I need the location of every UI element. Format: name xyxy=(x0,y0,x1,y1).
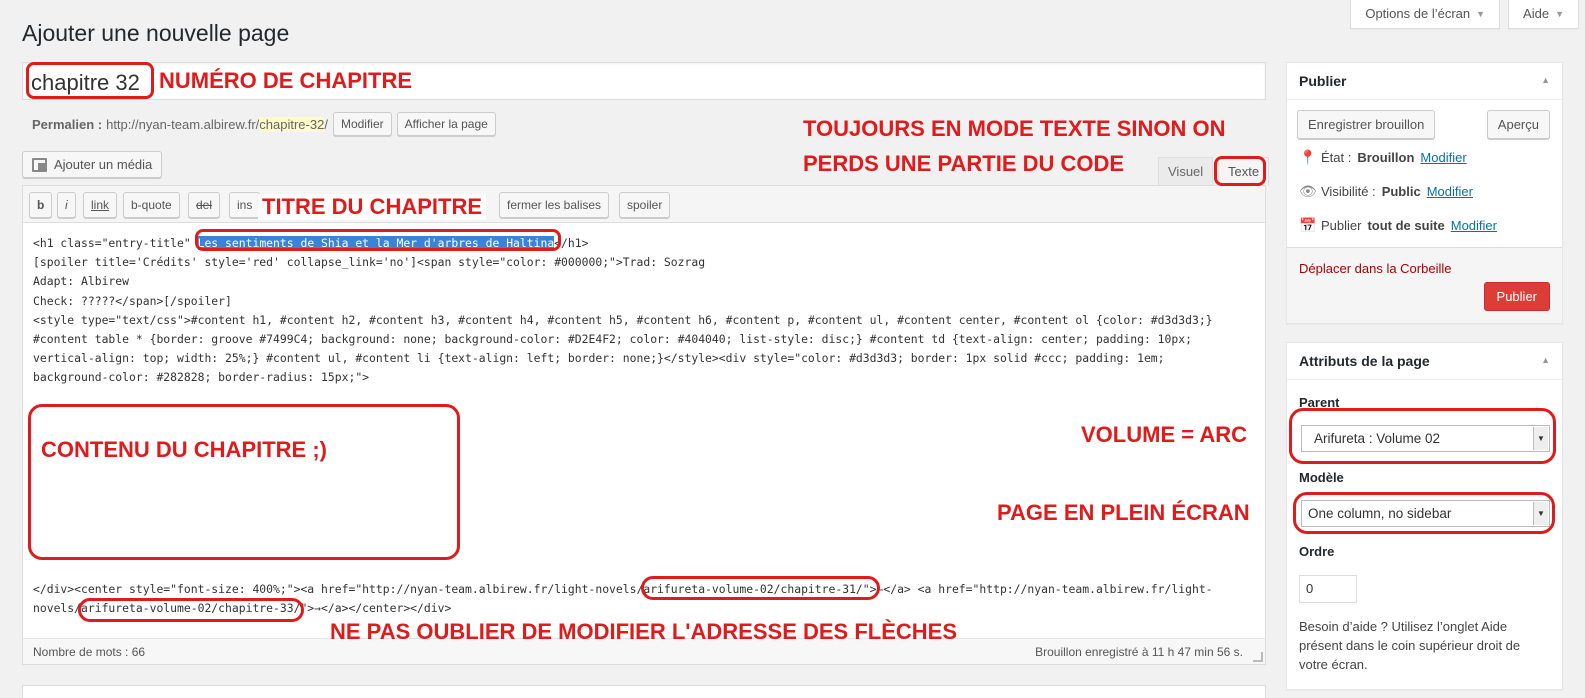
qt-del-button[interactable]: del xyxy=(188,192,221,218)
annotation-text-mode-2: PERDS UNE PARTIE DU CODE xyxy=(803,151,1125,176)
help-text: Besoin d’aide ? Utilisez l’onglet Aide p… xyxy=(1299,619,1521,672)
annotation-circle-next-link xyxy=(78,598,304,622)
order-label: Ordre xyxy=(1299,544,1335,559)
permalink-suffix: / xyxy=(324,116,328,132)
annotation-chapter-content: CONTENU DU CHAPITRE ;) xyxy=(41,437,327,462)
publish-button[interactable]: Publier xyxy=(1483,282,1550,311)
annotation-volume-arc: VOLUME = ARC xyxy=(1081,422,1248,447)
code-rest: </h1> [spoiler title='Crédits' style='re… xyxy=(33,236,1213,385)
save-draft-button[interactable]: Enregistrer brouillon xyxy=(1297,110,1436,139)
qt-link-button[interactable]: link xyxy=(83,192,118,218)
qt-bold-button[interactable]: b xyxy=(29,192,53,218)
annotation-fullscreen: PAGE EN PLEIN ÉCRAN xyxy=(997,500,1250,525)
qt-italic-button[interactable]: i xyxy=(57,192,76,218)
screen-options-label: Options de l’écran xyxy=(1365,6,1471,21)
permalink-slug[interactable]: chapitre-32 xyxy=(259,116,325,132)
publish-box-title: Publier xyxy=(1299,73,1347,89)
annotation-circle-text-tab xyxy=(1214,156,1266,186)
annotation-circle-selection xyxy=(195,229,561,251)
eye-icon: 👁 xyxy=(1299,183,1317,199)
code-prefix: <h1 class="entry-title" xyxy=(33,236,198,250)
resize-handle-icon[interactable] xyxy=(1253,652,1263,662)
annotation-text-mode-1: TOUJOURS EN MODE TEXTE SINON ON xyxy=(803,116,1226,141)
caret-down-icon: ▼ xyxy=(1476,8,1486,19)
visibility-value: Public xyxy=(1381,183,1421,199)
schedule-label: Publier xyxy=(1321,217,1362,233)
edit-schedule-link[interactable]: Modifier xyxy=(1451,218,1497,233)
status-value: Brouillon xyxy=(1357,149,1415,165)
quicktags-toolbar: b i link b-quote del ins fermer les bali… xyxy=(23,186,1265,223)
annotation-chapter-title: TITRE DU CHAPITRE xyxy=(258,194,486,220)
editor-textarea[interactable]: <h1 class="entry-title" Les sentiments d… xyxy=(33,234,1255,388)
pin-icon: 📍 xyxy=(1299,149,1317,165)
help-label: Aide xyxy=(1523,6,1550,21)
schedule-row: 📅 Publier tout de suite Modifier xyxy=(1299,217,1497,233)
permalink-label: Permalien : xyxy=(32,116,103,132)
qt-ins-button[interactable]: ins xyxy=(229,192,261,218)
help-button[interactable]: Aide ▼ xyxy=(1508,0,1579,29)
attributes-box-header[interactable]: Attributs de la page ▲ xyxy=(1287,343,1562,380)
publish-box-header[interactable]: Publier ▲ xyxy=(1287,63,1562,100)
qt-spoiler-button[interactable]: spoiler xyxy=(619,192,671,218)
collapse-arrow-icon[interactable]: ▲ xyxy=(1541,75,1550,85)
annotation-circle-title xyxy=(26,62,154,99)
annotation-circle-template xyxy=(1293,492,1555,534)
order-input[interactable]: 0 xyxy=(1299,575,1357,603)
annotation-circle-prev-link xyxy=(641,576,880,600)
status-row: 📍 État : Brouillon Modifier xyxy=(1299,149,1467,165)
permalink-row: Permalien : http://nyan-team.albirew.fr/… xyxy=(32,112,496,136)
next-metabox xyxy=(22,685,1266,698)
screen-options-button[interactable]: Options de l’écran ▼ xyxy=(1350,0,1501,29)
screen-meta: Options de l’écran ▼ Aide ▼ xyxy=(1350,0,1579,29)
status-label: État : xyxy=(1321,149,1352,165)
caret-down-icon: ▼ xyxy=(1555,8,1564,19)
move-to-trash-link[interactable]: Déplacer dans la Corbeille xyxy=(1299,261,1451,276)
visibility-row: 👁 Visibilité : Public Modifier xyxy=(1299,183,1473,199)
annotation-content-box xyxy=(28,404,460,560)
visibility-label: Visibilité : xyxy=(1321,183,1376,199)
media-icon xyxy=(32,157,48,172)
qt-close-tags-button[interactable]: fermer les balises xyxy=(499,192,610,218)
annotation-chapter-number: NUMÉRO DE CHAPITRE xyxy=(159,68,413,93)
schedule-value: tout de suite xyxy=(1367,217,1445,233)
calendar-icon: 📅 xyxy=(1299,217,1317,233)
publish-box: Publier ▲ Enregistrer brouillon Aperçu 📍 … xyxy=(1286,62,1563,324)
add-media-button[interactable]: Ajouter un média xyxy=(22,151,163,178)
edit-visibility-link[interactable]: Modifier xyxy=(1427,184,1473,199)
tab-visual[interactable]: Visuel xyxy=(1158,157,1214,185)
collapse-arrow-icon[interactable]: ▲ xyxy=(1541,355,1550,365)
annotation-circle-parent xyxy=(1289,408,1556,464)
word-count: Nombre de mots : 66 xyxy=(33,645,146,659)
qt-blockquote-button[interactable]: b-quote xyxy=(123,192,180,218)
preview-button[interactable]: Aperçu xyxy=(1486,110,1550,139)
edit-status-link[interactable]: Modifier xyxy=(1420,150,1466,165)
attributes-box-title: Attributs de la page xyxy=(1299,353,1430,369)
permalink-base[interactable]: http://nyan-team.albirew.fr/ xyxy=(106,117,259,132)
view-page-button[interactable]: Afficher la page xyxy=(396,112,496,136)
annotation-arrows: NE PAS OUBLIER DE MODIFIER L'ADRESSE DES… xyxy=(330,619,957,644)
template-label: Modèle xyxy=(1299,470,1344,485)
edit-permalink-button[interactable]: Modifier xyxy=(332,112,392,136)
autosave-status: Brouillon enregistré à 11 h 47 min 56 s. xyxy=(1035,645,1243,659)
add-media-label: Ajouter un média xyxy=(54,157,153,172)
page-title: Ajouter une nouvelle page xyxy=(22,20,290,46)
